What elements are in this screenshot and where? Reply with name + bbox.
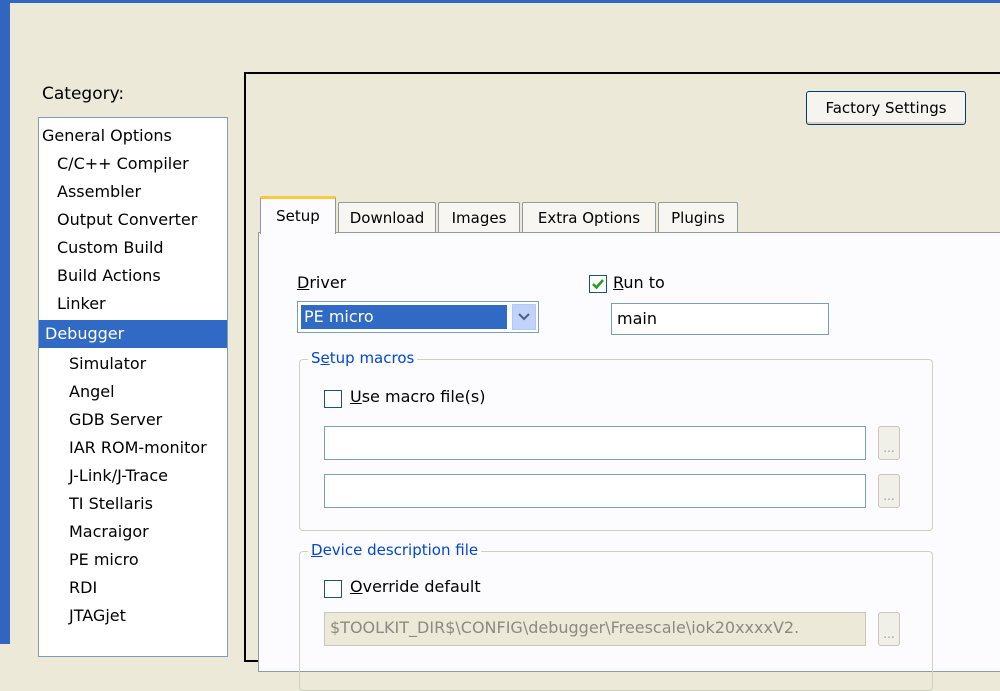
category-item-assembler[interactable]: Assembler [57, 178, 141, 206]
category-label: Category: [42, 84, 125, 104]
device-description-title: Device description file [308, 541, 482, 559]
tab-plugins[interactable]: Plugins [658, 202, 738, 232]
override-default-label: Override default [350, 577, 481, 596]
driver-select[interactable]: PE micro [297, 301, 539, 333]
category-item-general-options[interactable]: General Options [42, 122, 172, 150]
category-item-gdb-server[interactable]: GDB Server [69, 406, 162, 434]
category-item-linker[interactable]: Linker [57, 290, 106, 318]
setup-tab-page: Driver PE micro Run to main Setup macros… [258, 232, 1000, 691]
category-list[interactable]: General Options C/C++ Compiler Assembler… [38, 117, 228, 657]
category-item-iar-rom-monitor[interactable]: IAR ROM-monitor [69, 434, 207, 462]
macro-file-browse-button-2[interactable]: ... [878, 474, 900, 508]
category-item-pe-micro[interactable]: PE micro [69, 546, 139, 574]
device-description-browse-button[interactable]: ... [878, 612, 900, 646]
macro-file-input-2[interactable] [324, 474, 866, 508]
device-description-group: Device description file Override default… [299, 541, 933, 691]
category-item-debugger[interactable]: Debugger [39, 320, 227, 348]
device-description-path-input[interactable]: $TOOLKIT_DIR$\CONFIG\debugger\Freescale\… [324, 612, 866, 646]
category-item-output-converter[interactable]: Output Converter [57, 206, 197, 234]
window-frame-top [0, 0, 1000, 3]
category-item-jtagjet[interactable]: JTAGjet [69, 602, 126, 630]
options-panel: Factory Settings Setup Download Images E… [244, 72, 1000, 691]
category-item-angel[interactable]: Angel [69, 378, 115, 406]
category-item-build-actions[interactable]: Build Actions [57, 262, 161, 290]
category-item-simulator[interactable]: Simulator [69, 350, 146, 378]
category-item-c-compiler[interactable]: C/C++ Compiler [57, 150, 189, 178]
use-macro-checkbox[interactable] [324, 390, 342, 408]
setup-macros-title: Setup macros [308, 349, 418, 367]
driver-label: Driver [297, 273, 347, 292]
category-item-rdi[interactable]: RDI [69, 574, 97, 602]
tab-download[interactable]: Download [338, 202, 436, 232]
category-item-macraigor[interactable]: Macraigor [69, 518, 149, 546]
category-item-j-link[interactable]: J-Link/J-Trace [69, 462, 168, 490]
override-default-checkbox[interactable] [324, 580, 342, 598]
category-item-custom-build[interactable]: Custom Build [57, 234, 164, 262]
driver-select-value: PE micro [301, 305, 507, 329]
tab-images[interactable]: Images [438, 202, 520, 232]
setup-macros-group: Setup macros Use macro file(s) ... ... [299, 349, 933, 531]
use-macro-label: Use macro file(s) [350, 387, 486, 406]
run-to-label: Run to [613, 273, 665, 292]
category-item-ti-stellaris[interactable]: TI Stellaris [69, 490, 153, 518]
run-to-checkbox[interactable] [589, 275, 607, 293]
tab-setup[interactable]: Setup [260, 196, 336, 234]
factory-settings-button[interactable]: Factory Settings [806, 91, 966, 125]
chevron-down-icon[interactable] [512, 304, 536, 330]
macro-file-browse-button-1[interactable]: ... [878, 426, 900, 460]
tab-extra-options[interactable]: Extra Options [522, 202, 656, 232]
macro-file-input-1[interactable] [324, 426, 866, 460]
window-frame-left [0, 0, 10, 644]
run-to-input[interactable]: main [611, 303, 829, 335]
